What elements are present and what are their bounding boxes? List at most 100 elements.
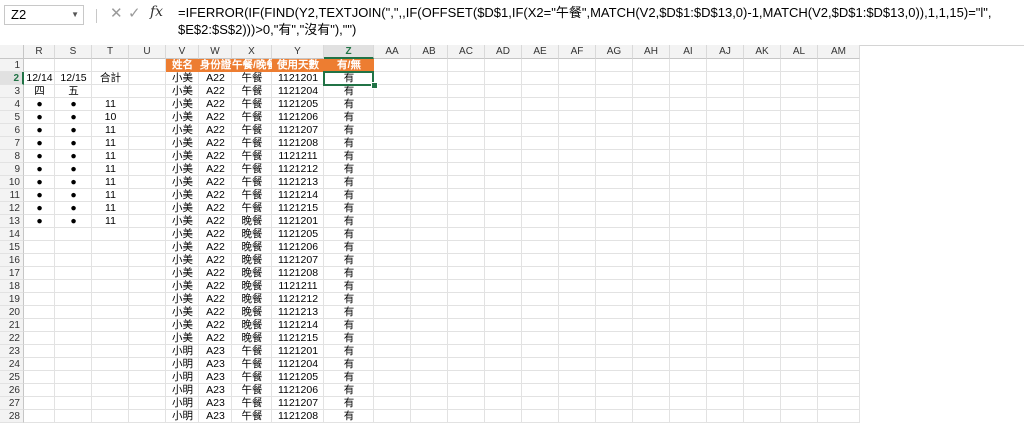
column-header-v[interactable]: V [166, 45, 199, 59]
table-cell[interactable]: 小美 [166, 189, 199, 202]
table-cell[interactable]: 有 [324, 124, 374, 137]
table-cell[interactable]: 午餐 [232, 98, 272, 111]
table-cell[interactable]: A22 [199, 72, 232, 85]
row-header-7[interactable]: 7 [0, 137, 24, 150]
table-cell[interactable]: 1121201 [272, 215, 324, 228]
table-cell[interactable]: 晚餐 [232, 332, 272, 345]
row-header-22[interactable]: 22 [0, 332, 24, 345]
attendance-dot-cell[interactable]: ● [55, 124, 92, 137]
table-header-cell[interactable]: 身份證 [199, 59, 232, 72]
table-cell[interactable]: 有 [324, 111, 374, 124]
table-cell[interactable]: A22 [199, 332, 232, 345]
column-header-x[interactable]: X [232, 45, 272, 59]
table-cell[interactable]: A22 [199, 124, 232, 137]
table-cell[interactable]: 1121206 [272, 241, 324, 254]
table-cell[interactable]: 有 [324, 98, 374, 111]
table-cell[interactable]: A22 [199, 202, 232, 215]
column-header-al[interactable]: AL [781, 45, 818, 59]
row-header-13[interactable]: 13 [0, 215, 24, 228]
table-cell[interactable]: 小美 [166, 150, 199, 163]
attendance-dot-cell[interactable]: ● [24, 189, 55, 202]
table-cell[interactable]: A22 [199, 85, 232, 98]
table-cell[interactable]: 午餐 [232, 111, 272, 124]
row-header-17[interactable]: 17 [0, 267, 24, 280]
row-header-20[interactable]: 20 [0, 306, 24, 319]
table-cell[interactable]: 1121207 [272, 124, 324, 137]
column-header-z[interactable]: Z [324, 45, 374, 59]
table-cell[interactable]: 1121214 [272, 189, 324, 202]
table-cell[interactable]: A22 [199, 176, 232, 189]
total-cell[interactable]: 11 [92, 124, 129, 137]
table-cell[interactable]: 有 [324, 345, 374, 358]
table-cell[interactable]: 小美 [166, 202, 199, 215]
table-cell[interactable]: A22 [199, 215, 232, 228]
table-cell[interactable]: 晚餐 [232, 267, 272, 280]
table-cell[interactable]: 小美 [166, 124, 199, 137]
table-cell[interactable]: A23 [199, 371, 232, 384]
table-cell[interactable]: 有 [324, 163, 374, 176]
table-cell[interactable]: 小美 [166, 241, 199, 254]
table-cell[interactable]: 小美 [166, 332, 199, 345]
attendance-dot-cell[interactable]: ● [24, 137, 55, 150]
attendance-dot-cell[interactable]: ● [55, 150, 92, 163]
table-header-cell[interactable]: 有/無 [324, 59, 374, 72]
table-cell[interactable]: 午餐 [232, 163, 272, 176]
table-cell[interactable]: A22 [199, 163, 232, 176]
table-cell[interactable]: 有 [324, 319, 374, 332]
table-cell[interactable]: 晚餐 [232, 293, 272, 306]
table-cell[interactable]: 小明 [166, 397, 199, 410]
table-cell[interactable]: A22 [199, 319, 232, 332]
attendance-dot-cell[interactable]: ● [24, 215, 55, 228]
column-header-y[interactable]: Y [272, 45, 324, 59]
total-cell[interactable]: 11 [92, 150, 129, 163]
table-cell[interactable]: A23 [199, 358, 232, 371]
attendance-dot-cell[interactable]: ● [55, 189, 92, 202]
table-cell[interactable]: 晚餐 [232, 228, 272, 241]
table-cell[interactable]: 有 [324, 384, 374, 397]
row-header-4[interactable]: 4 [0, 98, 24, 111]
table-cell[interactable]: 有 [324, 189, 374, 202]
table-cell[interactable]: 1121205 [272, 98, 324, 111]
table-cell[interactable]: 晚餐 [232, 319, 272, 332]
attendance-dot-cell[interactable]: ● [55, 137, 92, 150]
table-cell[interactable]: 有 [324, 397, 374, 410]
table-cell[interactable]: 午餐 [232, 384, 272, 397]
attendance-dot-cell[interactable]: ● [24, 176, 55, 189]
table-cell[interactable]: A22 [199, 228, 232, 241]
column-header-s[interactable]: S [55, 45, 92, 59]
table-cell[interactable]: 小美 [166, 319, 199, 332]
table-cell[interactable]: 1121204 [272, 85, 324, 98]
attendance-dot-cell[interactable]: ● [55, 98, 92, 111]
row-header-12[interactable]: 12 [0, 202, 24, 215]
table-cell[interactable]: 小美 [166, 85, 199, 98]
table-cell[interactable]: A23 [199, 345, 232, 358]
attendance-dot-cell[interactable]: ● [55, 215, 92, 228]
table-cell[interactable]: 晚餐 [232, 280, 272, 293]
table-cell[interactable]: 有 [324, 228, 374, 241]
table-cell[interactable]: A22 [199, 306, 232, 319]
attendance-dot-cell[interactable]: ● [24, 111, 55, 124]
table-cell[interactable]: 小美 [166, 228, 199, 241]
table-header-cell[interactable]: 午餐/晚餐 [232, 59, 277, 72]
table-cell[interactable]: 午餐 [232, 124, 272, 137]
total-cell[interactable]: 11 [92, 163, 129, 176]
attendance-dot-cell[interactable]: ● [24, 124, 55, 137]
column-header-ad[interactable]: AD [485, 45, 522, 59]
table-header-cell[interactable]: 姓名 [166, 59, 199, 72]
table-cell[interactable]: 晚餐 [232, 241, 272, 254]
row-header-26[interactable]: 26 [0, 384, 24, 397]
column-header-aj[interactable]: AJ [707, 45, 744, 59]
table-cell[interactable]: 小明 [166, 410, 199, 423]
table-cell[interactable]: 有 [324, 215, 374, 228]
table-cell[interactable]: A22 [199, 280, 232, 293]
table-cell[interactable]: 1121212 [272, 163, 324, 176]
table-cell[interactable]: A23 [199, 410, 232, 423]
total-cell[interactable]: 11 [92, 98, 129, 111]
select-all-corner[interactable] [0, 45, 24, 59]
table-cell[interactable]: 小美 [166, 137, 199, 150]
table-cell[interactable]: A22 [199, 241, 232, 254]
row-header-19[interactable]: 19 [0, 293, 24, 306]
table-cell[interactable]: 1121207 [272, 397, 324, 410]
table-cell[interactable]: 小明 [166, 371, 199, 384]
table-cell[interactable]: 1121214 [272, 319, 324, 332]
